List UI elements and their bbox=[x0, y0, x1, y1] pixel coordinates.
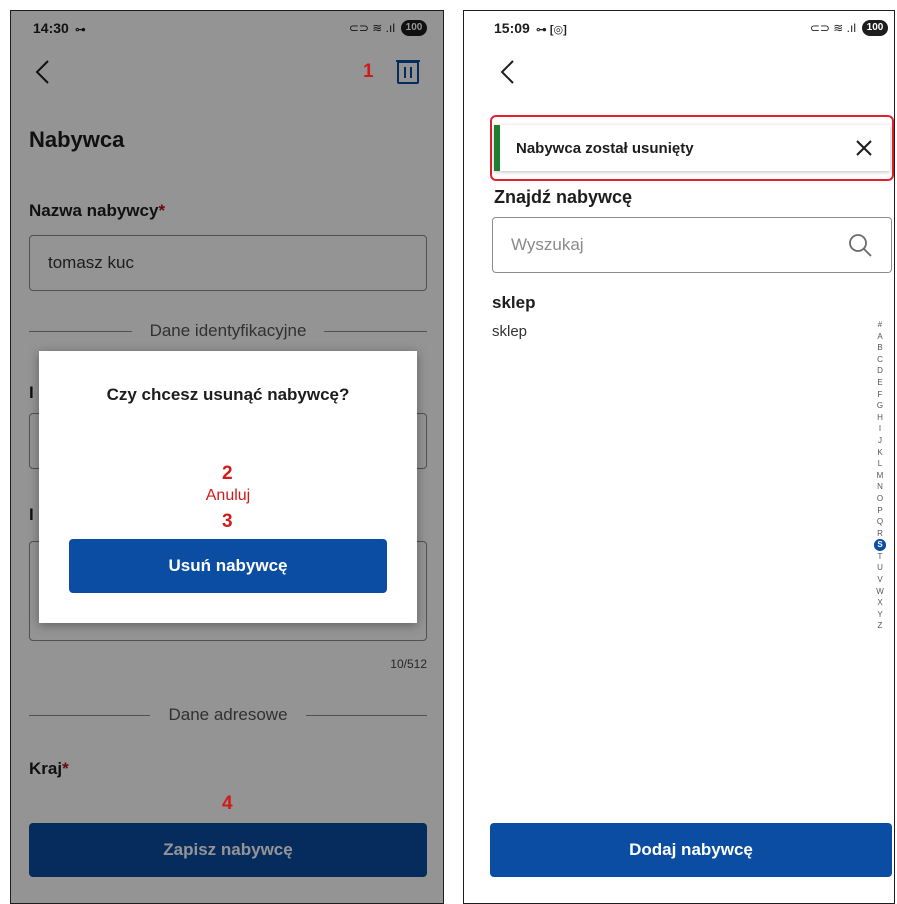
alphabet-letter-c[interactable]: C bbox=[874, 354, 886, 366]
alphabet-letter-z[interactable]: Z bbox=[874, 620, 886, 632]
alphabet-letter-s[interactable]: S bbox=[874, 539, 886, 551]
alphabet-index[interactable]: # A B C D E F G H I J K L M N O P Q R S T U V W X Y Z bbox=[869, 319, 891, 632]
alphabet-letter-t[interactable]: T bbox=[874, 551, 886, 563]
alphabet-letter-b[interactable]: B bbox=[874, 342, 886, 354]
annotation-3: 3 bbox=[222, 511, 233, 532]
alphabet-letter-o[interactable]: O bbox=[874, 493, 886, 505]
annotation-1: 1 bbox=[363, 61, 374, 82]
alphabet-letter-a[interactable]: A bbox=[874, 331, 886, 343]
alphabet-letter-x[interactable]: X bbox=[874, 597, 886, 609]
status-notification-icons: ⊶ [◎] bbox=[535, 24, 567, 36]
alphabet-letter-k[interactable]: K bbox=[874, 447, 886, 459]
list-group-header: sklep bbox=[492, 293, 536, 312]
system-icons: ⊂⊃ ≋ .ıl 100 bbox=[810, 20, 888, 36]
left-phone-screen: 14:30 ⊶ ⊂⊃ ≋ .ıl 100 Nabywca Nazwa nabywc… bbox=[10, 10, 444, 904]
search-field[interactable] bbox=[492, 217, 892, 273]
signal-icons: ⊂⊃ ≋ .ıl bbox=[809, 21, 856, 35]
alphabet-letter-f[interactable]: F bbox=[874, 389, 886, 401]
search-icon[interactable] bbox=[847, 232, 873, 258]
close-icon[interactable] bbox=[854, 138, 874, 158]
alphabet-letter-hash[interactable]: # bbox=[874, 319, 886, 331]
alphabet-letter-m[interactable]: M bbox=[874, 470, 886, 482]
alphabet-letter-d[interactable]: D bbox=[874, 365, 886, 377]
battery-icon: 100 bbox=[862, 20, 888, 36]
find-buyer-title: Znajdź nabywcę bbox=[494, 187, 633, 207]
toast-notification: Nabywca został usunięty bbox=[490, 115, 894, 181]
alphabet-letter-y[interactable]: Y bbox=[874, 609, 886, 621]
alphabet-letter-u[interactable]: U bbox=[874, 562, 886, 574]
alphabet-letter-h[interactable]: H bbox=[874, 412, 886, 424]
alphabet-letter-g[interactable]: G bbox=[874, 400, 886, 412]
status-bar: 15:09 ⊶ [◎] ⊂⊃ ≋ .ıl 100 bbox=[464, 11, 894, 47]
back-arrow-icon[interactable] bbox=[494, 57, 524, 87]
alphabet-letter-w[interactable]: W bbox=[874, 586, 886, 598]
search-input[interactable] bbox=[511, 235, 847, 255]
alphabet-letter-r[interactable]: R bbox=[874, 528, 886, 540]
alphabet-letter-q[interactable]: Q bbox=[874, 516, 886, 528]
alphabet-letter-l[interactable]: L bbox=[874, 458, 886, 470]
alphabet-letter-e[interactable]: E bbox=[874, 377, 886, 389]
alphabet-letter-v[interactable]: V bbox=[874, 574, 886, 586]
cancel-button[interactable]: Anuluj bbox=[39, 487, 417, 505]
alphabet-letter-p[interactable]: P bbox=[874, 505, 886, 517]
annotation-2: 2 bbox=[222, 463, 233, 484]
right-phone-screen: 15:09 ⊶ [◎] ⊂⊃ ≋ .ıl 100 Nabywca został u… bbox=[463, 10, 895, 904]
alphabet-letter-j[interactable]: J bbox=[874, 435, 886, 447]
annotation-4: 4 bbox=[222, 793, 233, 814]
dialog-title: Czy chcesz usunąć nabywcę? bbox=[106, 385, 350, 404]
alphabet-letter-i[interactable]: I bbox=[874, 423, 886, 435]
list-item[interactable]: sklep bbox=[492, 323, 527, 340]
alphabet-letter-n[interactable]: N bbox=[874, 481, 886, 493]
delete-confirm-dialog: Czy chcesz usunąć nabywcę? Anuluj Usuń n… bbox=[39, 351, 417, 623]
toast-message: Nabywca został usunięty bbox=[516, 139, 694, 157]
delete-buyer-button[interactable]: Usuń nabywcę bbox=[69, 539, 387, 593]
status-time: 15:09 ⊶ [◎] bbox=[494, 20, 567, 36]
toast-body: Nabywca został usunięty bbox=[494, 125, 890, 171]
add-buyer-button[interactable]: Dodaj nabywcę bbox=[490, 823, 892, 877]
